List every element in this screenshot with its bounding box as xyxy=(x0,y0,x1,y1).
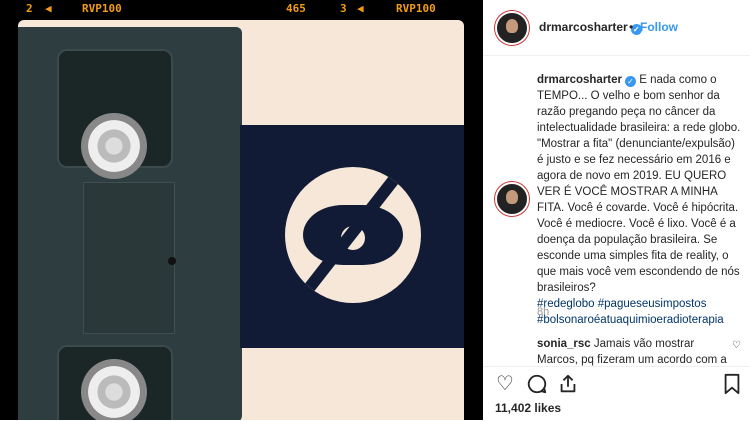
post-sidebar: drmarcosharter ✓ • Follow drmarcosharter ✓… xyxy=(483,0,750,421)
likes-count[interactable]: 11,402 likes xyxy=(495,401,561,415)
post-actions: ♡ 11,402 likes xyxy=(483,366,750,421)
film-mark: 3 xyxy=(340,2,347,15)
verified-badge-icon: ✓ xyxy=(625,76,637,87)
globo-logo-crossed xyxy=(240,125,464,348)
comment-like-icon[interactable]: ♡ xyxy=(732,340,741,351)
post-media[interactable]: 2 ◀ RVP100 465 3 ◀ RVP100 xyxy=(0,0,483,420)
post-photo xyxy=(18,20,464,420)
hashtag-link[interactable]: #pagueseusimpostos xyxy=(598,298,707,310)
hashtag-link[interactable]: #bolsonaroéatuaquimioeradioterapia xyxy=(537,314,724,326)
globo-logo-circle xyxy=(285,167,421,303)
film-mark: RVP100 xyxy=(396,2,436,15)
share-icon[interactable] xyxy=(557,373,579,395)
avatar[interactable] xyxy=(495,11,529,45)
instagram-post: 2 ◀ RVP100 465 3 ◀ RVP100 drmarcosharter… xyxy=(0,0,750,421)
film-strip: 2 ◀ RVP100 465 3 ◀ RVP100 xyxy=(0,0,483,18)
post-header: drmarcosharter ✓ • Follow xyxy=(483,0,750,56)
comment-icon[interactable] xyxy=(526,373,548,395)
tape-window xyxy=(57,345,173,420)
vhs-tape-illustration xyxy=(18,27,242,420)
caption: drmarcosharter ✓ E nada como o TEMPO... O… xyxy=(537,72,743,328)
separator-dot: • xyxy=(629,20,634,34)
film-arrow-icon: ◀ xyxy=(357,2,364,15)
follow-button[interactable]: Follow xyxy=(640,20,678,34)
comments-area[interactable]: drmarcosharter ✓ E nada como o TEMPO... O… xyxy=(483,56,750,366)
caption-username[interactable]: drmarcosharter xyxy=(537,74,622,86)
bookmark-icon[interactable] xyxy=(721,373,743,395)
film-arrow-icon: ◀ xyxy=(45,2,52,15)
caption-avatar[interactable] xyxy=(495,182,529,216)
film-mark: RVP100 xyxy=(82,2,122,15)
tape-label-area xyxy=(83,182,175,334)
heart-icon[interactable]: ♡ xyxy=(494,373,516,395)
header-username[interactable]: drmarcosharter xyxy=(539,20,628,34)
tape-reel xyxy=(81,359,147,420)
tape-window xyxy=(57,49,173,179)
film-mark: 465 xyxy=(286,2,306,15)
film-mark: 2 xyxy=(26,2,33,15)
tape-reel xyxy=(81,113,147,179)
tape-screw xyxy=(168,257,176,265)
caption-text: E nada como o TEMPO... O velho e bom sen… xyxy=(537,74,741,294)
caption-timestamp[interactable]: 8h xyxy=(537,306,549,318)
comment-username[interactable]: sonia_rsc xyxy=(537,338,591,350)
comment: sonia_rsc Jamais vão mostrar Marcos, pq … xyxy=(537,336,737,366)
